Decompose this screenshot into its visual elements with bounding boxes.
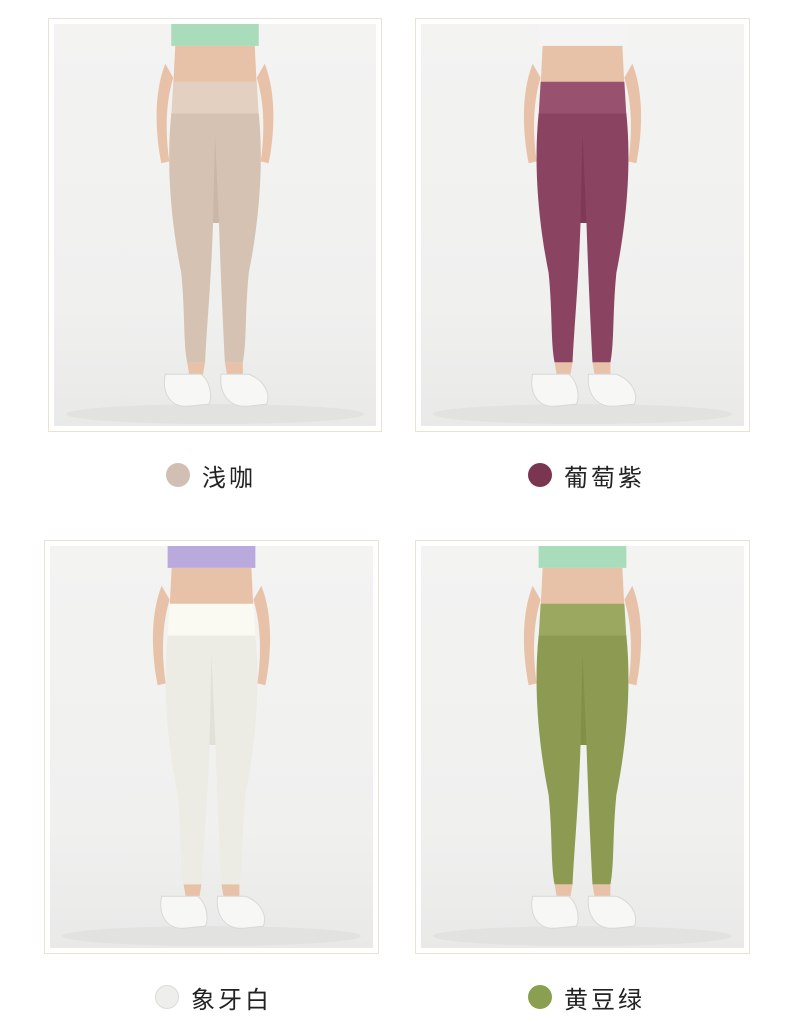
color-swatch-icon <box>528 985 552 1009</box>
product-card-ivory-white[interactable] <box>44 540 379 954</box>
model-legging-photo <box>54 24 376 426</box>
product-card-grape-purple[interactable] <box>415 18 750 432</box>
model-legging-photo <box>50 546 373 948</box>
color-name: 象牙白 <box>191 985 272 1014</box>
color-label-ivory-white: 象牙白 <box>155 979 272 1015</box>
color-label-soybean-green: 黄豆绿 <box>528 979 645 1015</box>
color-label-light-coffee: 浅咖 <box>166 457 256 493</box>
product-card-light-coffee[interactable] <box>48 18 382 432</box>
color-swatch-icon <box>166 463 190 487</box>
model-legging-photo <box>421 24 744 426</box>
color-name: 葡萄紫 <box>564 463 645 492</box>
color-name: 黄豆绿 <box>564 985 645 1014</box>
color-label-grape-purple: 葡萄紫 <box>528 457 645 493</box>
model-legging-photo <box>421 546 744 948</box>
color-name: 浅咖 <box>202 463 256 492</box>
color-swatch-icon <box>155 985 179 1009</box>
color-swatch-icon <box>528 463 552 487</box>
product-card-soybean-green[interactable] <box>415 540 750 954</box>
